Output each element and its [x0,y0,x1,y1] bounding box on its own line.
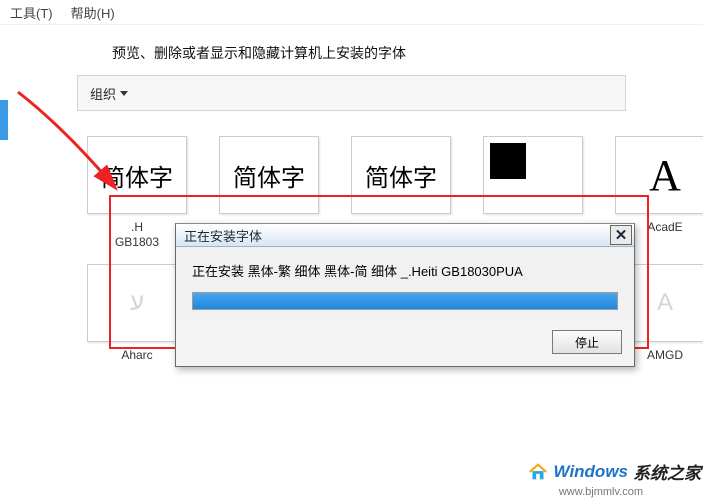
dialog-titlebar: 正在安装字体 ✕ [176,224,634,247]
organize-label: 组织 [90,84,116,103]
close-button[interactable]: ✕ [610,225,632,245]
watermark-url: www.bjmmlv.com [559,486,643,498]
organize-button[interactable]: 组织 [90,84,128,103]
sidebar-accent [0,100,8,140]
watermark-brand: Windows系统之家 [527,459,701,484]
house-icon [527,461,549,483]
font-preview: 简体字 [219,136,319,214]
watermark-text-black: 系统之家 [633,459,701,484]
install-font-dialog: 正在安装字体 ✕ 正在安装 黑体-繁 细体 黑体-简 细体 _.Heiti GB… [175,223,635,367]
font-preview: ע [87,264,187,342]
menu-tools[interactable]: 工具(T) [10,3,53,22]
font-preview: 简体字 [351,136,451,214]
install-message: 正在安装 黑体-繁 细体 黑体-简 细体 _.Heiti GB18030PUA [192,261,618,280]
close-icon: ✕ [615,226,628,244]
menu-bar: 工具(T) 帮助(H) [0,0,703,25]
page-description: 预览、删除或者显示和隐藏计算机上安装的字体 [0,25,703,75]
font-preview [483,136,583,214]
menu-help[interactable]: 帮助(H) [71,3,115,22]
font-preview: A [615,136,703,214]
font-caption: Aharc [121,348,152,363]
font-preview: 简体字 [87,136,187,214]
font-caption: AcadE [647,220,682,235]
progress-bar [192,292,618,310]
chevron-down-icon [120,91,128,96]
font-caption: AMGD [647,348,683,363]
dialog-body: 正在安装 黑体-繁 细体 黑体-简 细体 _.Heiti GB18030PUA [176,247,634,320]
progress-fill [193,293,617,309]
dialog-button-row: 停止 [176,320,634,366]
font-caption: .H GB1803 [115,220,159,250]
toolbar: 组织 [77,75,626,111]
stop-button[interactable]: 停止 [552,330,622,354]
dialog-title-text: 正在安装字体 [184,226,262,245]
watermark-text-blue: Windows [554,462,628,482]
